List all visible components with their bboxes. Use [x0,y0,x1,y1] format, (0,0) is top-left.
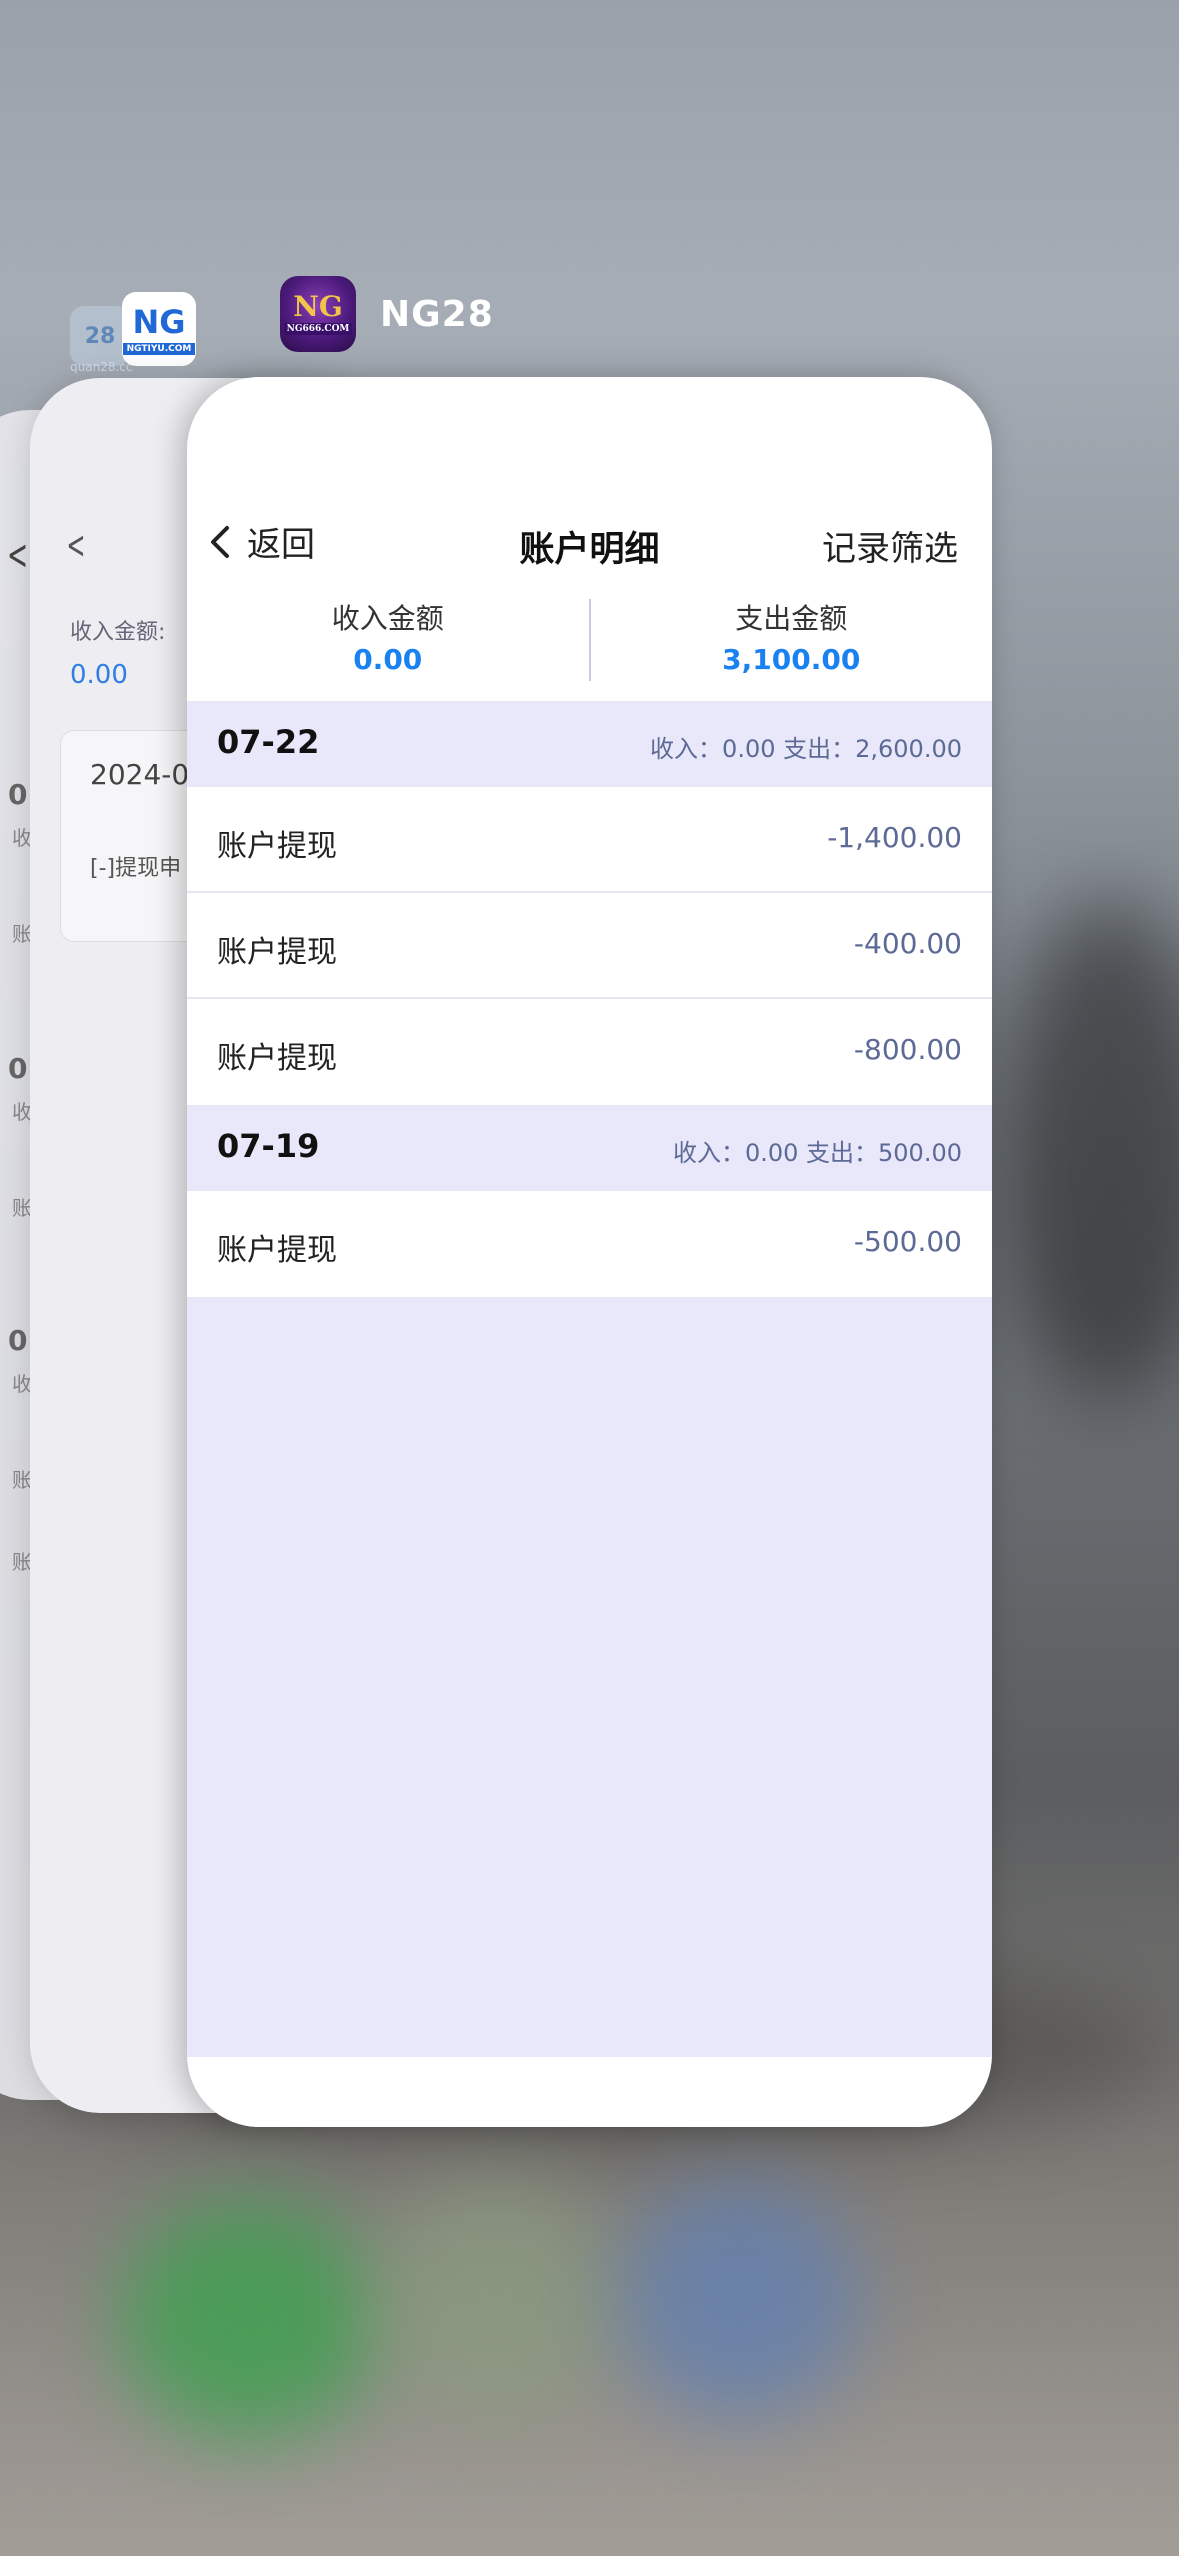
ng666-icon-text: NG [293,290,343,323]
back-card-edge-text: 账 [12,1550,32,1574]
record-amount: -400.00 [853,927,962,960]
group-header: 07-22 收入：0.00 支出：2,600.00 [187,701,992,787]
income-label: 收入金额 [331,602,444,635]
back-card-edge-text: 账 [12,1196,32,1220]
record-name: 账户提现 [217,829,337,864]
group-summary: 收入：0.00 支出：500.00 [672,1139,962,1167]
record-name: 账户提现 [217,1041,337,1076]
ng666-app-icon: NG NG666.COM [280,276,356,352]
back-card-edge-text: 收 [12,1100,32,1124]
list-item[interactable]: 账户提现 -400.00 [187,893,992,999]
summary-bar: 收入金额 0.00 支出金额 3,100.00 [187,595,992,695]
back-card-edge-text: 账 [12,1468,32,1492]
record-name: 账户提现 [217,935,337,970]
list-item[interactable]: 账户提现 -800.00 [187,999,992,1105]
back-card-edge-text: 收 [12,1372,32,1396]
quan28-icon-text: 28 [84,323,116,349]
app-switcher-label[interactable]: NG NG666.COM NG28 [280,276,494,352]
expense-label: 支出金额 [735,602,848,635]
group-date: 07-22 [217,723,320,761]
back-card-note: [-]提现申 [90,856,182,881]
nav-bar: 返回 账户明细 记录筛选 [187,507,992,587]
filter-records-button[interactable]: 记录筛选 [822,521,958,570]
chevron-left-icon: < [7,530,29,579]
group-date: 07-19 [217,1127,320,1165]
chevron-left-icon: < [66,523,86,567]
ngtiyu-icon-sub: NGTIYU.COM [122,343,196,355]
app-card-account-details[interactable]: 返回 账户明细 记录筛选 收入金额 0.00 支出金额 3,100.00 07-… [187,377,992,2127]
back-card-edge-text: 0 [8,1324,28,1357]
record-amount: -1,400.00 [827,821,962,854]
back-card-edge-text: 账 [12,922,32,946]
dock-blur-green [120,2200,380,2440]
back-card-income-value: 0.00 [70,660,128,690]
list-item[interactable]: 账户提现 -1,400.00 [187,787,992,893]
income-summary: 收入金额 0.00 [187,595,589,695]
background-blur [1000,900,1179,1400]
record-amount: -800.00 [853,1033,962,1066]
dock-blur-gray [370,2180,620,2420]
back-card-edge-text: 0 [8,1052,28,1085]
income-value: 0.00 [353,643,423,676]
ng666-icon-sub: NG666.COM [283,323,353,335]
back-card-edge-text: 收 [12,826,32,850]
quan28-app-icon[interactable]: 28 [70,306,130,366]
group-summary: 收入：0.00 支出：2,600.00 [650,735,962,763]
back-card-edge-text: 0 [8,778,28,811]
dock-blur-blue [620,2180,860,2420]
app-name: NG28 [380,293,494,335]
ngtiyu-icon-text: NG [132,303,186,341]
list-item[interactable]: 账户提现 -500.00 [187,1191,992,1297]
quan28-icon-label: quan28.cc [70,360,133,374]
back-card-income-label: 收入金额: [70,620,166,645]
ngtiyu-app-icon[interactable]: NG NGTIYU.COM [122,292,196,366]
expense-summary: 支出金额 3,100.00 [591,595,993,695]
record-amount: -500.00 [853,1225,962,1258]
group-header: 07-19 收入：0.00 支出：500.00 [187,1105,992,1191]
record-name: 账户提现 [217,1233,337,1268]
expense-value: 3,100.00 [722,643,861,676]
back-card-date: 2024-0 [90,758,190,791]
